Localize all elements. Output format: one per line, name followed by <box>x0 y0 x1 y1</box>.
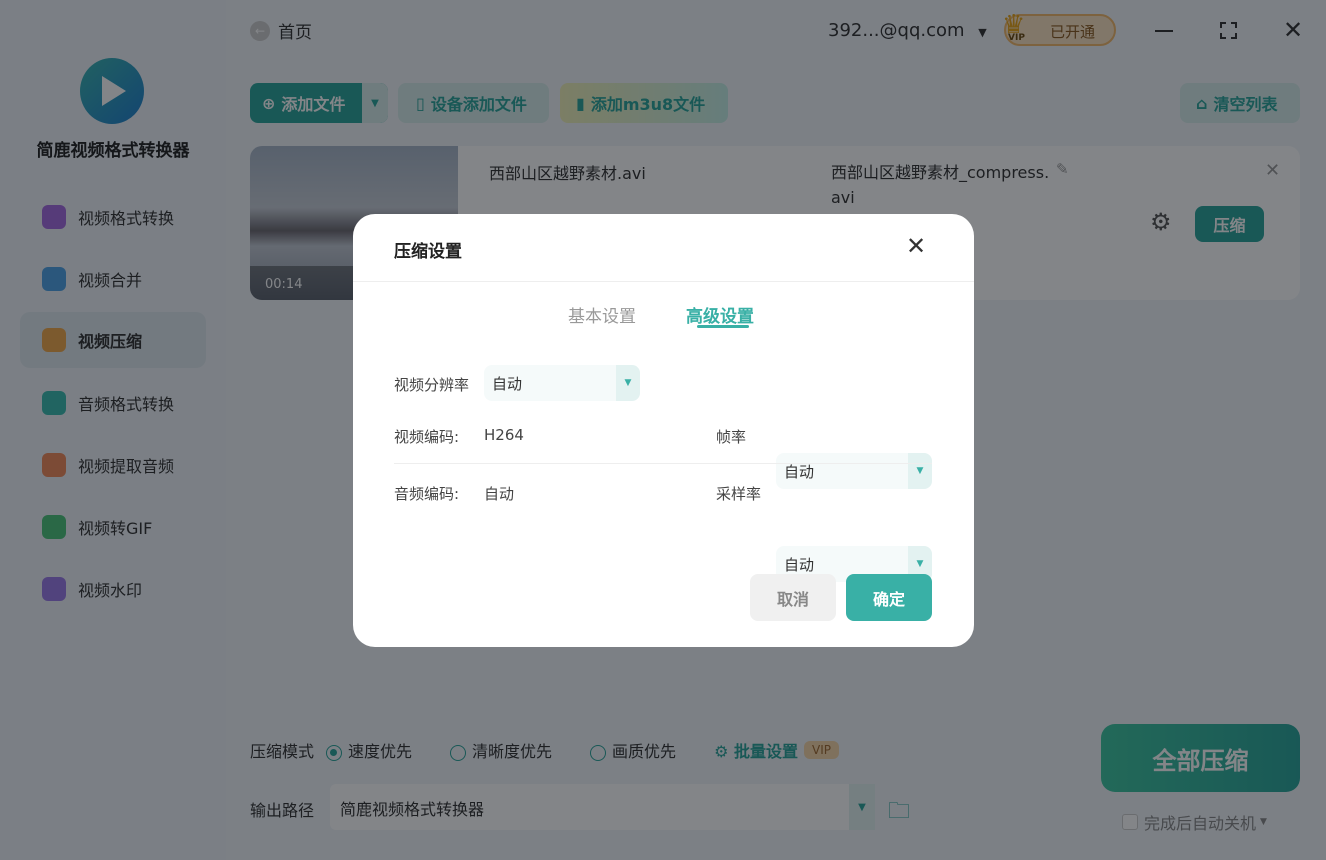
cancel-button[interactable]: 取消 <box>750 574 836 621</box>
close-dialog-icon[interactable]: ✕ <box>906 232 926 260</box>
compress-settings-dialog: 压缩设置 ✕ 基本设置 高级设置 视频分辨率 自动 ▼ 视频编码: H264 帧率… <box>353 214 974 647</box>
video-codec-label: 视频编码: <box>394 426 459 447</box>
tab-basic[interactable]: 基本设置 <box>568 302 636 327</box>
sample-rate-value: 自动 <box>784 554 814 575</box>
fps-select[interactable]: 自动▼ <box>776 453 932 489</box>
resolution-value: 自动 <box>492 373 522 394</box>
active-tab-indicator <box>697 325 749 328</box>
fps-label: 帧率 <box>716 426 746 447</box>
chevron-down-icon: ▼ <box>616 365 640 401</box>
dialog-title: 压缩设置 <box>394 237 462 262</box>
sample-rate-label: 采样率 <box>716 483 761 504</box>
video-codec-value: H264 <box>484 426 524 444</box>
chevron-down-icon: ▼ <box>908 453 932 489</box>
resolution-label: 视频分辨率 <box>394 374 469 395</box>
audio-codec-value: 自动 <box>484 483 514 504</box>
confirm-button[interactable]: 确定 <box>846 574 932 621</box>
tab-advanced[interactable]: 高级设置 <box>686 302 754 327</box>
audio-codec-label: 音频编码: <box>394 483 459 504</box>
resolution-select[interactable]: 自动 ▼ <box>484 365 640 401</box>
